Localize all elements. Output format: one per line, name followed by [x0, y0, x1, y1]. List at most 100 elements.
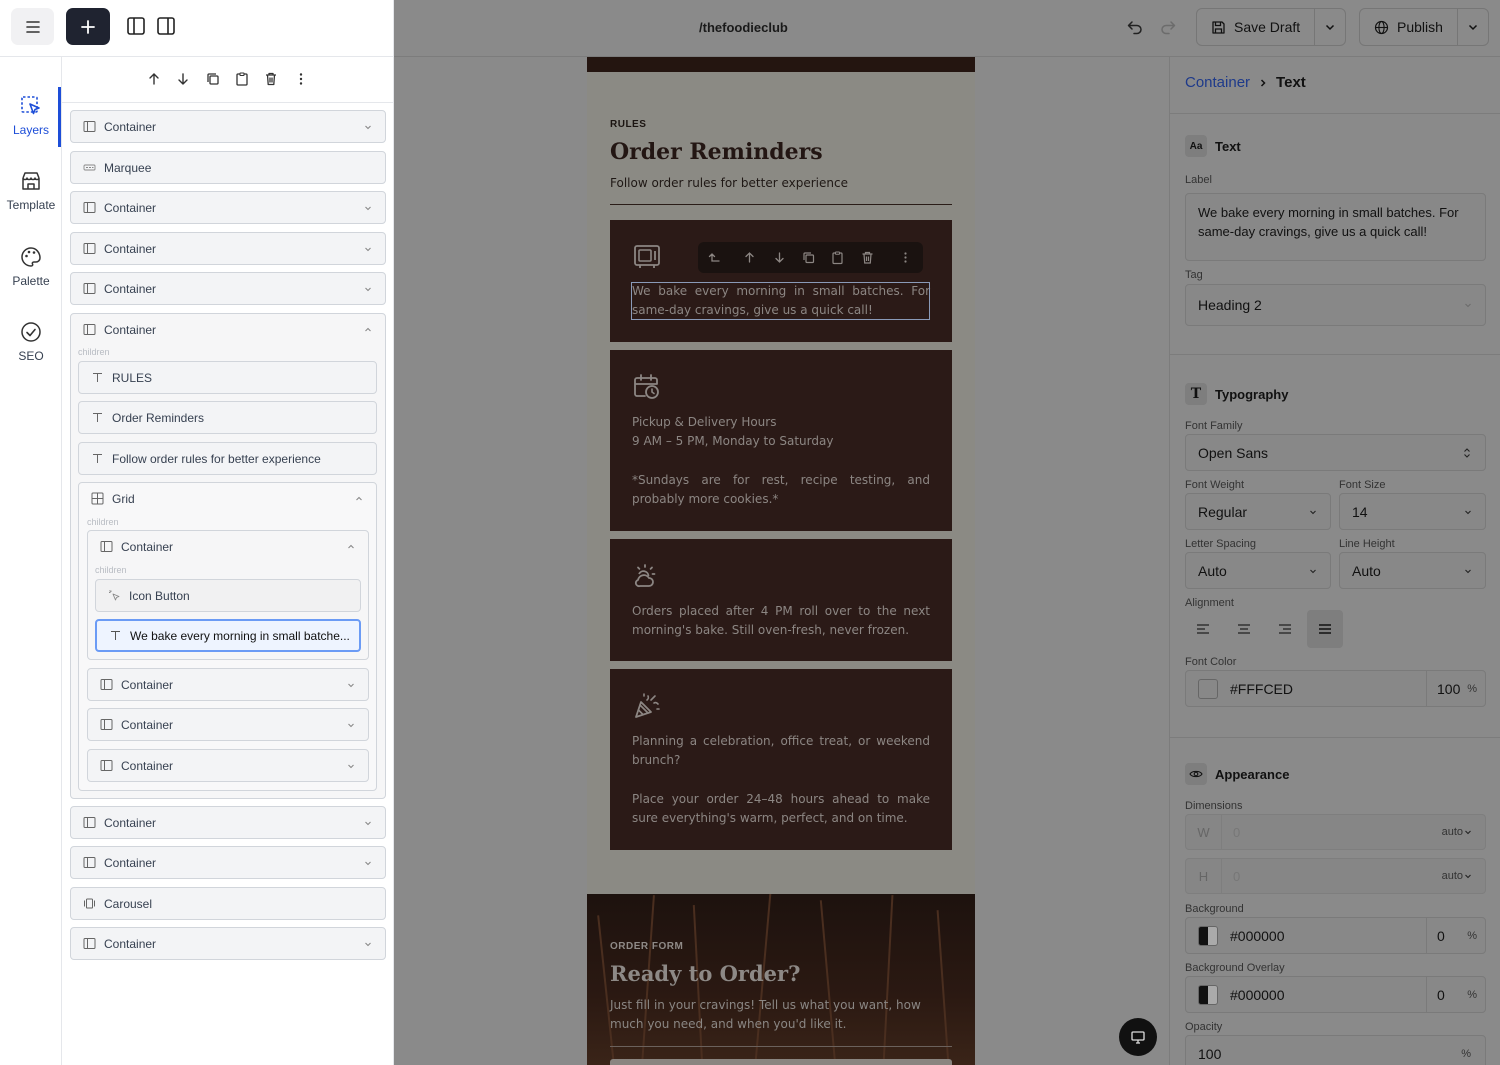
rail-item-palette[interactable]: Palette — [0, 245, 62, 288]
background-swatch[interactable] — [1198, 925, 1218, 946]
layer-text[interactable]: RULES — [78, 361, 377, 394]
redo-icon[interactable] — [1159, 18, 1177, 36]
layer-container[interactable]: Container — [87, 708, 369, 741]
height-field[interactable]: H 0 auto — [1185, 858, 1486, 894]
duplicate-icon[interactable] — [205, 71, 221, 87]
chevron-down-icon[interactable] — [363, 244, 373, 254]
duplicate-icon[interactable] — [801, 250, 816, 265]
more-vertical-icon[interactable] — [898, 250, 913, 265]
order-form-text[interactable]: Just fill in your cravings! Tell us what… — [610, 996, 930, 1034]
chevron-up-icon[interactable] — [363, 325, 373, 335]
opacity-field[interactable]: 100 % — [1185, 1035, 1486, 1065]
move-up-icon[interactable] — [742, 250, 757, 265]
layer-carousel[interactable]: Carousel — [70, 887, 386, 920]
chevron-down-icon[interactable] — [363, 939, 373, 949]
menu-button[interactable] — [11, 8, 54, 45]
rail-item-template[interactable]: Template — [0, 169, 62, 212]
reminder-card[interactable]: Pickup & Delivery Hours 9 AM – 5 PM, Mon… — [610, 350, 952, 531]
reminder-card[interactable]: Planning a celebration, office treat, or… — [610, 669, 952, 850]
layer-marquee[interactable]: Marquee — [70, 151, 386, 184]
width-unit-select[interactable]: auto — [1442, 826, 1473, 838]
layer-container[interactable]: Container — [70, 927, 386, 960]
card-heading[interactable]: Pickup & Delivery Hours — [632, 413, 930, 432]
publish-button[interactable]: Publish — [1360, 9, 1458, 45]
chevron-down-icon[interactable] — [363, 858, 373, 868]
order-form-label[interactable]: ORDER FORM — [610, 941, 683, 952]
move-down-icon[interactable] — [175, 71, 191, 87]
layer-container[interactable]: Container — [70, 806, 386, 839]
font-color-swatch[interactable] — [1198, 678, 1218, 699]
card-text[interactable]: Planning a celebration, office treat, or… — [632, 732, 930, 770]
reminder-card[interactable]: Orders placed after 4 PM roll over to th… — [610, 539, 952, 661]
font-color-opacity-field[interactable]: 100 % — [1426, 671, 1485, 706]
chevron-down-icon[interactable] — [363, 122, 373, 132]
label-textarea[interactable]: We bake every morning in small batches. … — [1185, 193, 1486, 261]
height-unit-select[interactable]: auto — [1442, 870, 1473, 882]
toggle-left-panel-button[interactable] — [125, 15, 147, 37]
tag-select[interactable]: Heading 2 — [1185, 284, 1486, 326]
oven-icon[interactable] — [632, 242, 662, 272]
move-down-icon[interactable] — [772, 250, 787, 265]
publish-options-button[interactable] — [1458, 9, 1488, 45]
rail-item-seo[interactable]: SEO — [0, 320, 62, 363]
chevron-down-icon[interactable] — [363, 284, 373, 294]
breadcrumb-parent-link[interactable]: Container — [1185, 74, 1250, 91]
trash-icon[interactable] — [263, 71, 279, 87]
layer-container[interactable]: Container — [70, 110, 386, 143]
rules-title[interactable]: Order Reminders — [610, 139, 823, 165]
layer-grid[interactable]: Grid — [78, 482, 377, 515]
layer-icon-button[interactable]: Icon Button — [95, 579, 361, 612]
layer-container[interactable]: Container — [87, 668, 369, 701]
align-justify-button[interactable] — [1307, 610, 1343, 648]
calendar-clock-icon[interactable] — [632, 372, 662, 402]
background-opacity-field[interactable]: 0 % — [1426, 918, 1485, 953]
chevron-down-icon[interactable] — [363, 818, 373, 828]
overlay-swatch[interactable] — [1198, 984, 1218, 1005]
letter-spacing-select[interactable]: Auto — [1185, 552, 1331, 589]
width-field[interactable]: W 0 auto — [1185, 814, 1486, 850]
chevron-down-icon[interactable] — [363, 203, 373, 213]
rules-subtitle[interactable]: Follow order rules for better experience — [610, 176, 848, 190]
align-right-button[interactable] — [1267, 610, 1303, 648]
layer-container[interactable]: Container — [70, 272, 386, 305]
card-note[interactable]: *Sundays are for rest, recipe testing, a… — [632, 471, 930, 509]
undo-icon[interactable] — [1126, 18, 1144, 36]
font-family-select[interactable]: Open Sans — [1185, 434, 1486, 471]
party-popper-icon[interactable] — [632, 691, 662, 721]
font-color-field[interactable]: #FFFCED 100 % — [1185, 670, 1486, 707]
align-center-button[interactable] — [1226, 610, 1262, 648]
reminder-card[interactable]: We bake every morning in small batches. … — [610, 220, 952, 342]
font-weight-select[interactable]: Regular — [1185, 493, 1331, 530]
layer-container[interactable]: Container — [70, 191, 386, 224]
chevron-down-icon[interactable] — [346, 761, 356, 771]
layer-container[interactable]: Container — [70, 846, 386, 879]
clipboard-icon[interactable] — [830, 250, 845, 265]
background-overlay-field[interactable]: #000000 0 % — [1185, 976, 1486, 1013]
select-parent-icon[interactable] — [707, 250, 722, 265]
layer-text-selected[interactable]: We bake every morning in small batche... — [95, 619, 361, 652]
more-vertical-icon[interactable] — [293, 71, 309, 87]
clipboard-icon[interactable] — [234, 71, 250, 87]
device-preview-button[interactable] — [1119, 1018, 1157, 1056]
layer-text[interactable]: Order Reminders — [78, 401, 377, 434]
chevron-up-icon[interactable] — [346, 542, 356, 552]
add-element-button[interactable] — [66, 8, 110, 45]
chevron-down-icon[interactable] — [346, 680, 356, 690]
layer-container[interactable]: Container — [87, 749, 369, 782]
font-size-select[interactable]: 14 — [1339, 493, 1486, 530]
line-height-select[interactable]: Auto — [1339, 552, 1486, 589]
toggle-right-panel-button[interactable] — [155, 15, 177, 37]
layer-container-expanded[interactable]: Container — [87, 530, 369, 563]
chevron-up-icon[interactable] — [354, 494, 364, 504]
layer-container-expanded[interactable]: Container — [70, 313, 386, 346]
save-options-button[interactable] — [1315, 9, 1345, 45]
rail-item-layers[interactable]: Layers — [0, 94, 62, 137]
trash-icon[interactable] — [860, 250, 875, 265]
card-text[interactable]: Orders placed after 4 PM roll over to th… — [632, 602, 930, 640]
align-left-button[interactable] — [1185, 610, 1221, 648]
layer-text[interactable]: Follow order rules for better experience — [78, 442, 377, 475]
layer-container[interactable]: Container — [70, 232, 386, 265]
chevron-down-icon[interactable] — [346, 720, 356, 730]
order-form-title[interactable]: Ready to Order? — [610, 961, 800, 986]
card-text-secondary[interactable]: Place your order 24–48 hours ahead to ma… — [632, 790, 930, 828]
